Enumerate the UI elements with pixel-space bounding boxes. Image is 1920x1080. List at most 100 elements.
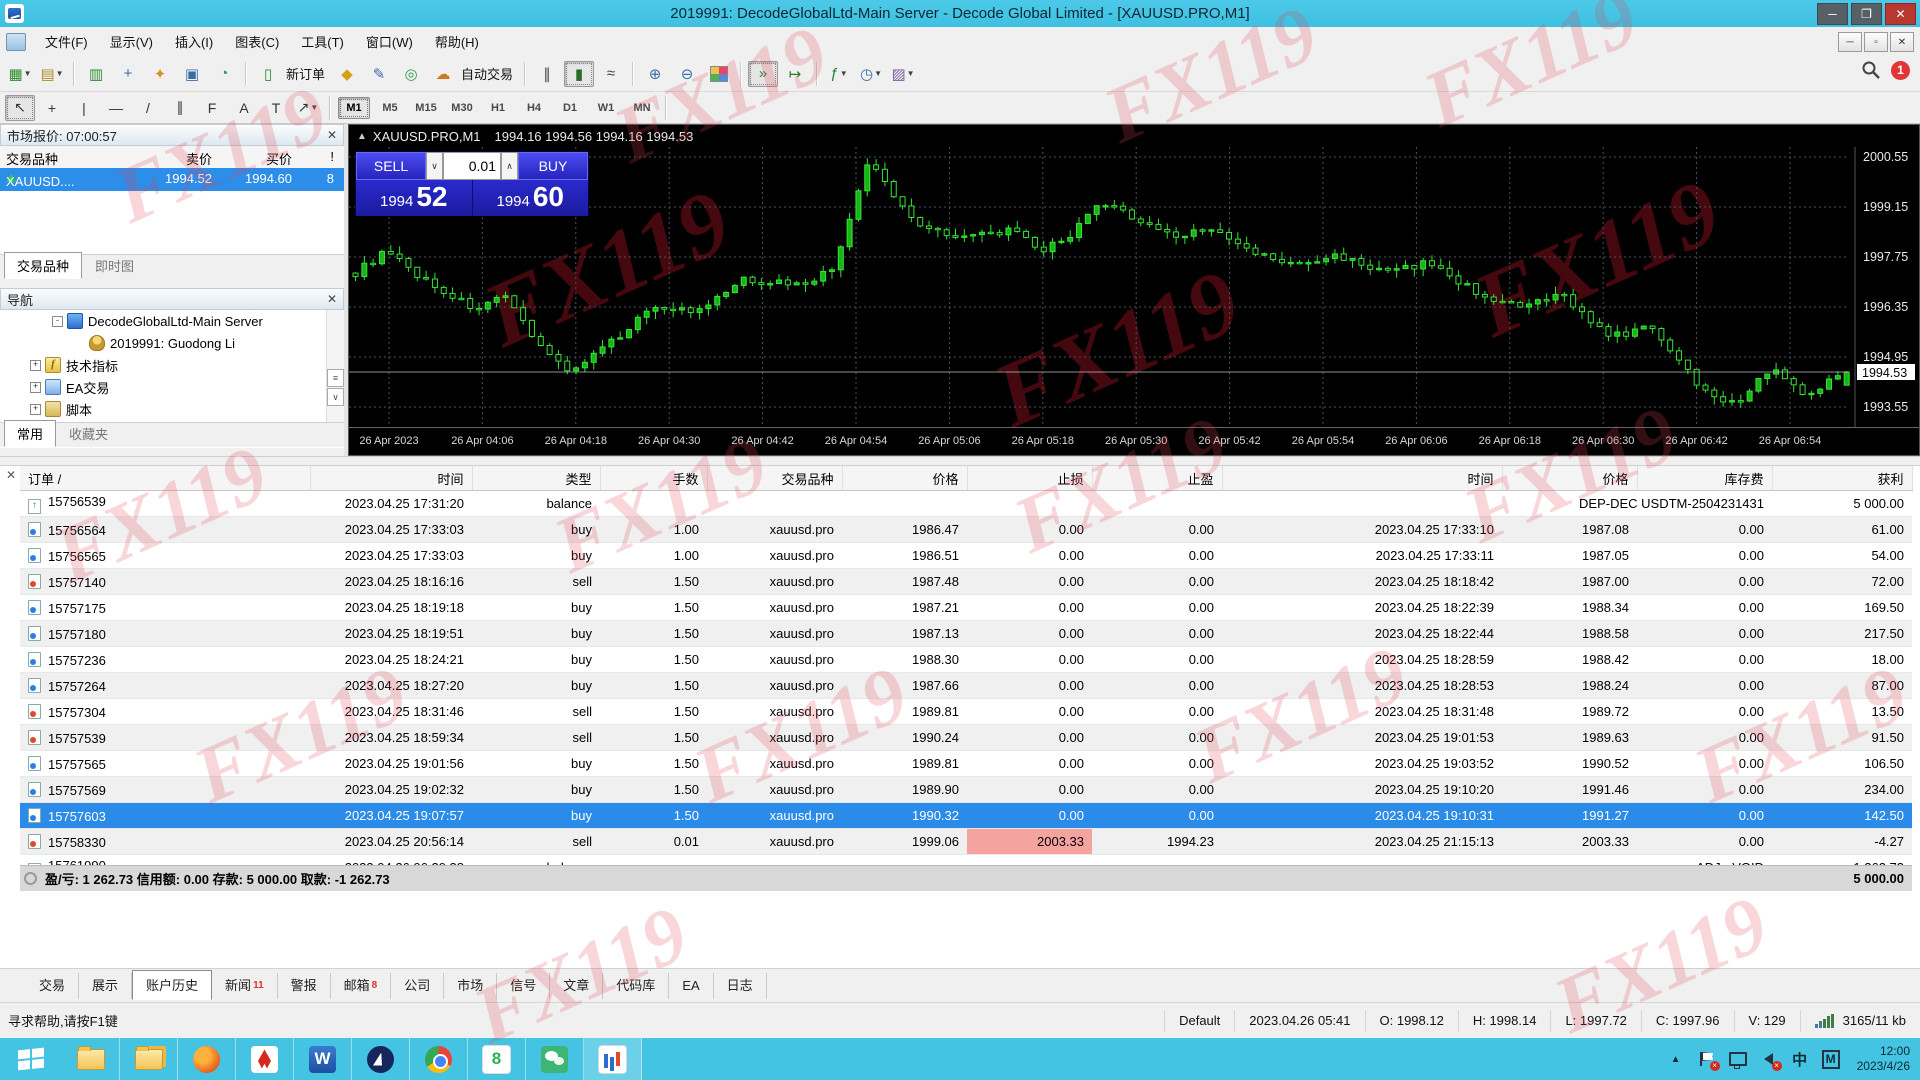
timeframe-h4-button[interactable]: H4 [518, 97, 550, 119]
navigator-tab-1[interactable]: 收藏夹 [56, 420, 121, 447]
navigator-scrollbar[interactable]: ≡ ∨ [326, 310, 344, 422]
volume-down-icon[interactable]: ∨ [426, 152, 443, 180]
orders-col-2[interactable]: 类型 [472, 466, 600, 491]
terminal-tab-5[interactable]: 邮箱8 [331, 973, 392, 999]
terminal-tab-7[interactable]: 市场 [444, 973, 497, 999]
market-watch-tab-1[interactable]: 即时图 [82, 252, 147, 279]
navigator-item-1[interactable]: 2019991: Guodong Li [0, 332, 344, 354]
orders-col-1[interactable]: 时间 [310, 466, 472, 491]
terminal-tab-8[interactable]: 信号 [497, 973, 550, 999]
menu-item-2[interactable]: 插入(I) [164, 28, 224, 55]
table-row[interactable]: 157565642023.04.25 17:33:03buy1.00xauusd… [20, 517, 1912, 543]
market-watch-button[interactable]: ▥ [81, 61, 111, 87]
show-hidden-icons[interactable]: ▲ [1667, 1050, 1685, 1068]
terminal-tab-1[interactable]: 展示 [79, 973, 132, 999]
taskbar-clock[interactable]: 12:00 2023/4/26 [1853, 1044, 1910, 1074]
restore-button[interactable]: ❐ [1851, 3, 1882, 25]
m-tray-icon[interactable]: M [1822, 1050, 1840, 1068]
volume-muted-icon[interactable] [1760, 1050, 1778, 1068]
arrows-tool-button[interactable]: ↗▼ [293, 95, 323, 121]
trendline-tool-button[interactable]: / [133, 95, 163, 121]
autotrading-button[interactable]: ☁ [428, 61, 458, 87]
metaeditor-button[interactable]: ✎ [364, 61, 394, 87]
orders-col-5[interactable]: 价格 [842, 466, 967, 491]
new-order-button[interactable]: ▯ [253, 61, 283, 87]
volume-up-icon[interactable]: ∧ [501, 152, 518, 180]
navigator-item-2[interactable]: +f技术指标 [0, 354, 344, 376]
taskbar-word-icon[interactable]: W [294, 1038, 352, 1080]
tile-windows-button[interactable] [704, 61, 734, 87]
market-watch-col-3[interactable]: ! [298, 149, 334, 164]
text-label-tool-button[interactable]: T [261, 95, 291, 121]
text-tool-button[interactable]: A [229, 95, 259, 121]
orders-col-6[interactable]: 止损 [967, 466, 1092, 491]
ime-icon[interactable]: 中 [1791, 1050, 1809, 1068]
table-row[interactable]: 157571402023.04.25 18:16:16sell1.50xauus… [20, 569, 1912, 595]
profiles-button[interactable]: ▤▼ [37, 61, 67, 87]
table-row[interactable]: 157583302023.04.25 20:56:14sell0.01xauus… [20, 829, 1912, 855]
menu-item-1[interactable]: 显示(V) [99, 28, 164, 55]
timeframe-m1-button[interactable]: M1 [338, 97, 370, 119]
tree-expander-icon[interactable]: + [30, 360, 41, 371]
table-row[interactable]: 157575692023.04.25 19:02:32buy1.50xauusd… [20, 777, 1912, 803]
table-row[interactable]: 157573042023.04.25 18:31:46sell1.50xauus… [20, 699, 1912, 725]
market-watch-col-0[interactable]: 交易品种 [6, 149, 58, 168]
market-watch-row-xauusd[interactable]: XAUUSD.... 1994.52 1994.60 8 [0, 168, 344, 191]
terminal-tab-6[interactable]: 公司 [391, 973, 444, 999]
terminal-close-icon[interactable]: ✕ [3, 468, 19, 484]
table-row[interactable]: 157565652023.04.25 17:33:03buy1.00xauusd… [20, 543, 1912, 569]
terminal-tab-12[interactable]: 日志 [714, 973, 767, 999]
chart-candles-button[interactable]: ▮ [564, 61, 594, 87]
new-chart-button[interactable]: ▦▼ [5, 61, 35, 87]
crosshair-tool-button[interactable]: + [37, 95, 67, 121]
terminal-tab-10[interactable]: 代码库 [603, 973, 669, 999]
terminal-tab-9[interactable]: 文章 [550, 973, 603, 999]
orders-col-7[interactable]: 止盈 [1092, 466, 1222, 491]
table-row[interactable]: 157575652023.04.25 19:01:56buy1.50xauusd… [20, 751, 1912, 777]
network-icon[interactable] [1729, 1050, 1747, 1068]
zoom-in-button[interactable]: ⊕ [640, 61, 670, 87]
search-icon[interactable] [1861, 60, 1881, 80]
market-watch-close-icon[interactable]: ✕ [327, 128, 337, 142]
navigator-close-icon[interactable]: ✕ [327, 292, 337, 306]
volume-input[interactable] [443, 152, 501, 180]
taskbar-app-8-icon[interactable]: 8 [468, 1038, 526, 1080]
orders-col-3[interactable]: 手数 [600, 466, 707, 491]
navigator-button[interactable]: ✦ [145, 61, 175, 87]
terminal-tab-4[interactable]: 警报 [278, 973, 331, 999]
menu-item-6[interactable]: 帮助(H) [424, 28, 490, 55]
mdi-restore-button[interactable]: ▫ [1864, 32, 1888, 52]
horizontal-splitter[interactable] [0, 456, 1920, 466]
menu-item-3[interactable]: 图表(C) [224, 28, 290, 55]
taskbar-explorer-icon[interactable] [62, 1038, 120, 1080]
notification-badge[interactable]: 1 [1891, 61, 1910, 80]
terminal-tab-2[interactable]: 账户历史 [132, 970, 212, 1000]
chart-window[interactable]: FX119 FX119 FX119 ▲ XAUUSD.PRO,M1 1994.1… [348, 124, 1920, 456]
scroll-down-icon[interactable]: ∨ [327, 388, 344, 406]
orders-col-9[interactable]: 价格 [1502, 466, 1637, 491]
strategy-tester-button[interactable]: ◔ [209, 61, 239, 87]
mdi-close-button[interactable]: ✕ [1890, 32, 1914, 52]
terminal-button[interactable]: ▣ [177, 61, 207, 87]
orders-col-0[interactable]: 订单 / [20, 466, 310, 491]
market-watch-tab-0[interactable]: 交易品种 [4, 252, 82, 279]
minimize-button[interactable]: ─ [1817, 3, 1848, 25]
terminal-tab-3[interactable]: 新闻11 [212, 973, 278, 999]
chart-bars-button[interactable]: ∥ [532, 61, 562, 87]
timeframe-m15-button[interactable]: M15 [410, 97, 442, 119]
mdi-minimize-button[interactable]: ─ [1838, 32, 1862, 52]
live-update-button[interactable]: ◎ [396, 61, 426, 87]
table-row[interactable]: 157572642023.04.25 18:27:20buy1.50xauusd… [20, 673, 1912, 699]
menu-item-5[interactable]: 窗口(W) [355, 28, 424, 55]
sell-button[interactable]: SELL [356, 152, 426, 180]
tree-expander-icon[interactable]: + [30, 404, 41, 415]
horizontal-line-tool-button[interactable]: — [101, 95, 131, 121]
table-row[interactable]: ↑157565392023.04.25 17:31:20balanceDEP-D… [20, 491, 1912, 517]
table-row[interactable]: 157575392023.04.25 18:59:34sell1.50xauus… [20, 725, 1912, 751]
timeframe-d1-button[interactable]: D1 [554, 97, 586, 119]
chart-shift-button[interactable]: ↦ [780, 61, 810, 87]
buy-price-display[interactable]: 199460 [472, 180, 589, 216]
zoom-out-button[interactable]: ⊖ [672, 61, 702, 87]
navigator-item-0[interactable]: -DecodeGlobalLtd-Main Server [0, 310, 344, 332]
timeframe-m5-button[interactable]: M5 [374, 97, 406, 119]
